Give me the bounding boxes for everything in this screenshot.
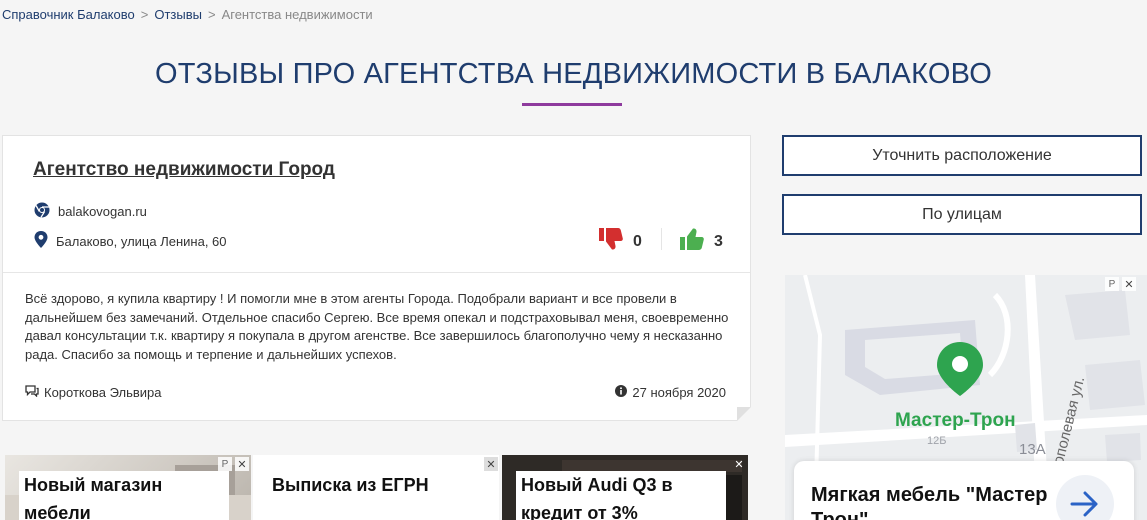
map-house-number-2: 12Б <box>927 435 947 447</box>
close-icon[interactable]: ✕ <box>484 457 498 471</box>
ad-banner-egrn[interactable]: Выписка из ЕГРН ✕ <box>253 455 499 520</box>
breadcrumb-separator: > <box>207 7 216 22</box>
author-name: Короткова Эльвира <box>44 385 162 400</box>
ad-badge: P <box>1105 277 1119 291</box>
ad-badge: P <box>218 457 232 471</box>
map-marker-label: Мастер-Трон <box>895 410 1016 431</box>
like-count: 3 <box>714 232 723 250</box>
location-pin-icon <box>34 231 48 251</box>
card-corner-fold <box>737 407 751 421</box>
address-text: Балаково, улица Ленина, 60 <box>56 233 227 249</box>
breadcrumb-link-directory[interactable]: Справочник Балаково <box>2 7 135 22</box>
dislike-button[interactable]: 0 <box>599 228 642 255</box>
ad-text: Новый магазин мебели <box>19 471 229 520</box>
address-row: Балаково, улица Ленина, 60 <box>34 231 227 251</box>
like-button[interactable]: 3 <box>680 228 723 255</box>
arrow-right-icon[interactable] <box>1056 475 1114 520</box>
thumbs-up-icon <box>680 228 704 255</box>
thumbs-down-icon <box>599 228 623 255</box>
review-author: Короткова Эльвира <box>25 385 162 400</box>
info-icon <box>615 385 628 400</box>
refine-location-button[interactable]: Уточнить расположение <box>782 135 1142 176</box>
breadcrumb-link-reviews[interactable]: Отзывы <box>154 7 202 22</box>
website-row: balakovogan.ru <box>34 202 147 221</box>
map-ad[interactable]: Мастер-Трон Тополевая ул. 13А 12Б P ✕ Мя… <box>785 275 1147 520</box>
ad-text: Новый Audi Q3 в кредит от 3% <box>516 471 726 520</box>
close-icon[interactable]: ✕ <box>235 457 249 471</box>
map-ad-panel[interactable]: Мягкая мебель "Мастер Трон" <box>794 461 1134 520</box>
vote-divider <box>661 228 662 250</box>
ad-text: Выписка из ЕГРН <box>267 471 434 499</box>
date-text: 27 ноября 2020 <box>632 385 726 400</box>
by-streets-button[interactable]: По улицам <box>782 194 1142 235</box>
card-divider <box>3 272 750 273</box>
close-icon[interactable]: ✕ <box>732 457 746 471</box>
title-underline <box>522 103 622 106</box>
ad-banner-furniture[interactable]: Новый магазин мебели P ✕ <box>5 455 251 520</box>
review-date: 27 ноября 2020 <box>615 385 726 400</box>
ad-banner-audi[interactable]: Новый Audi Q3 в кредит от 3% ✕ <box>502 455 748 520</box>
comments-icon <box>25 385 39 400</box>
map-ad-text: Мягкая мебель "Мастер Трон" <box>811 484 1048 520</box>
page-title: ОТЗЫВЫ ПРО АГЕНТСТВА НЕДВИЖИМОСТИ В БАЛА… <box>155 58 992 90</box>
org-name-link[interactable]: Агентство недвижимости Город <box>33 159 335 181</box>
breadcrumb-current: Агентства недвижимости <box>221 7 373 22</box>
website-link[interactable]: balakovogan.ru <box>58 204 147 219</box>
map-house-number: 13А <box>1019 441 1046 458</box>
browser-icon <box>34 202 50 221</box>
review-card: Агентство недвижимости Город balakovogan… <box>2 135 751 421</box>
map-marker-icon <box>937 342 983 401</box>
close-icon[interactable]: ✕ <box>1122 277 1136 291</box>
review-text: Всё здорово, я купила квартиру ! И помог… <box>25 291 729 362</box>
breadcrumb-separator: > <box>140 7 149 22</box>
dislike-count: 0 <box>633 232 642 250</box>
breadcrumb: Справочник Балаково > Отзывы > Агентства нед… <box>2 7 373 22</box>
